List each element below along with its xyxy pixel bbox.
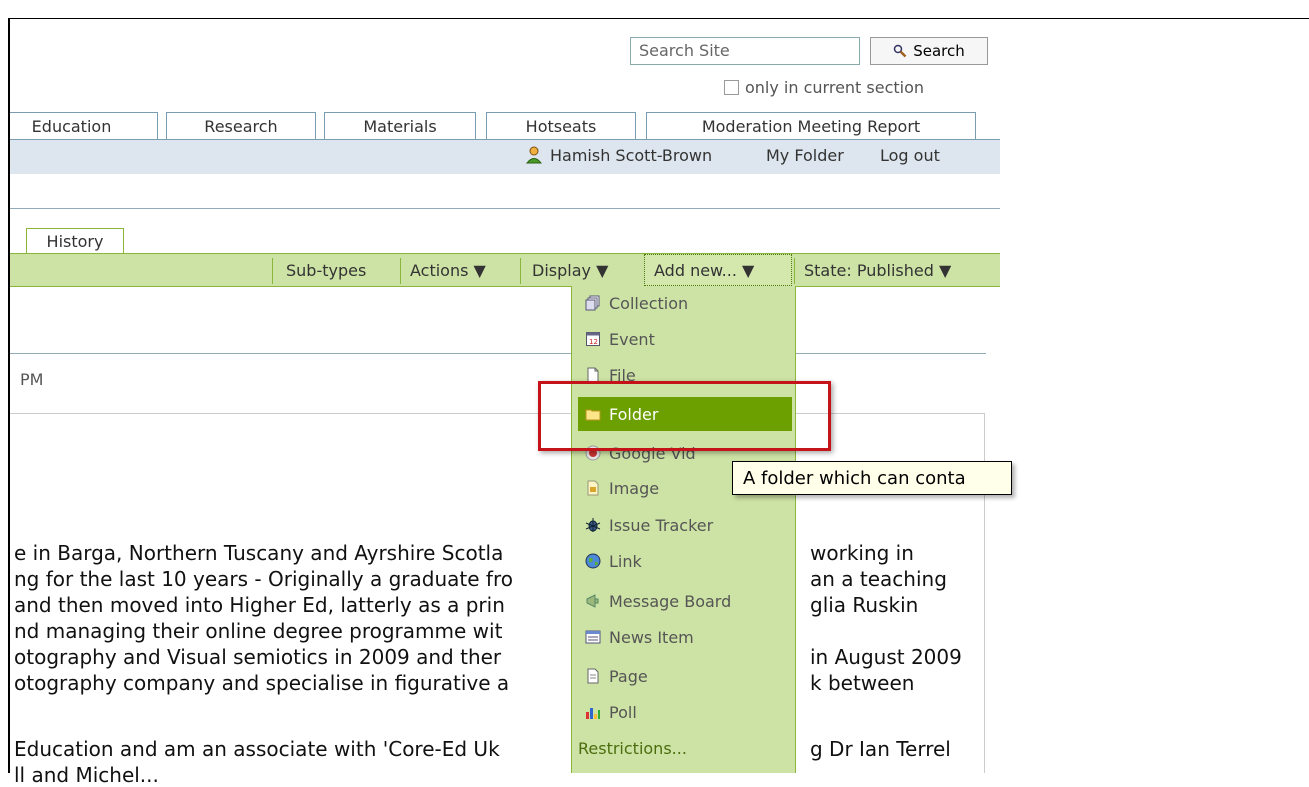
tab-moderation-meeting-report-label: Moderation Meeting Report bbox=[701, 117, 921, 136]
menu-item-link[interactable]: Link bbox=[585, 544, 793, 578]
body-text-line: Education and am an associate with 'Core… bbox=[14, 737, 500, 761]
page-icon bbox=[587, 668, 599, 684]
menu-item-message-board[interactable]: Message Board bbox=[585, 584, 793, 618]
divider bbox=[400, 258, 401, 284]
search-button-label: Search bbox=[913, 42, 965, 60]
magnifier-icon bbox=[893, 44, 907, 58]
body-text-line: working in bbox=[810, 541, 914, 565]
restrictions-link[interactable]: Restrictions... bbox=[578, 739, 687, 758]
add-new-menu[interactable]: Add new... ▼ bbox=[654, 261, 754, 280]
menu-item-label: Page bbox=[609, 666, 648, 686]
only-current-section-checkbox[interactable] bbox=[724, 80, 739, 95]
menu-item-label: Image bbox=[609, 478, 660, 498]
body-text-line: ll and Michel... bbox=[14, 763, 159, 787]
menu-item-event[interactable]: 12 Event bbox=[585, 322, 793, 356]
megaphone-icon bbox=[586, 594, 599, 608]
logout-link[interactable]: Log out bbox=[880, 146, 940, 165]
content-separator bbox=[10, 353, 986, 354]
menu-item-collection[interactable]: Collection bbox=[585, 286, 793, 320]
search-input[interactable]: Search Site bbox=[630, 37, 860, 65]
menu-item-poll[interactable]: Poll bbox=[585, 695, 793, 729]
tab-materials-label: Materials bbox=[363, 117, 437, 136]
annotation-highlight-box bbox=[538, 381, 831, 451]
body-text-line: an a teaching bbox=[810, 567, 947, 591]
tab-history[interactable]: History bbox=[26, 228, 124, 254]
body-text-line: g Dr Ian Terrel bbox=[810, 737, 951, 761]
folder-tooltip: A folder which can conta bbox=[732, 461, 1012, 495]
only-current-section-label: only in current section bbox=[745, 78, 925, 97]
bug-icon bbox=[585, 518, 601, 532]
top-cropped-strip bbox=[0, 0, 1309, 8]
image-icon bbox=[587, 480, 599, 496]
my-folder-link[interactable]: My Folder bbox=[766, 146, 844, 165]
menu-item-page[interactable]: Page bbox=[585, 659, 793, 693]
menu-item-news-item[interactable]: News Item bbox=[585, 620, 793, 654]
divider bbox=[794, 258, 795, 284]
body-text-line: e in Barga, Northern Tuscany and Ayrshir… bbox=[14, 541, 504, 565]
tab-moderation-meeting-report[interactable]: Moderation Meeting Report bbox=[646, 112, 976, 140]
user-name-link[interactable]: Hamish Scott-Brown bbox=[550, 146, 712, 165]
menu-item-label: Link bbox=[609, 551, 642, 571]
menu-item-label: Message Board bbox=[609, 591, 732, 611]
subtypes-menu[interactable]: Sub-types bbox=[286, 261, 366, 280]
state-menu[interactable]: State: Published ▼ bbox=[804, 261, 951, 280]
screenshot-frame-top bbox=[8, 18, 1309, 19]
tab-research-label: Research bbox=[204, 117, 278, 136]
tab-history-label: History bbox=[46, 232, 104, 251]
tab-education-label: Education bbox=[31, 117, 112, 136]
poll-icon bbox=[586, 708, 600, 719]
menu-item-label: Event bbox=[609, 329, 655, 349]
tab-education[interactable]: Education bbox=[10, 112, 158, 140]
only-current-section-option[interactable]: only in current section bbox=[724, 78, 924, 97]
menu-item-label: News Item bbox=[609, 627, 694, 647]
tab-materials[interactable]: Materials bbox=[324, 112, 476, 140]
body-text-line: otography and Visual semiotics in 2009 a… bbox=[14, 645, 502, 669]
user-icon bbox=[525, 146, 543, 164]
divider bbox=[520, 258, 521, 284]
search-button[interactable]: Search bbox=[870, 37, 988, 65]
link-globe-icon bbox=[585, 553, 601, 569]
collection-icon bbox=[585, 295, 600, 311]
event-icon: 12 bbox=[586, 332, 600, 346]
tab-hotseats[interactable]: Hotseats bbox=[486, 112, 636, 140]
body-text-line: and then moved into Higher Ed, latterly … bbox=[14, 593, 505, 617]
body-text-line: k between bbox=[810, 671, 915, 695]
menu-item-label: Poll bbox=[609, 702, 637, 722]
body-text-line: otography company and specialise in figu… bbox=[14, 671, 510, 695]
tab-research[interactable]: Research bbox=[166, 112, 316, 140]
actions-menu[interactable]: Actions ▼ bbox=[410, 261, 486, 280]
content-box-top bbox=[10, 413, 984, 414]
body-text-line: ng for the last 10 years - Originally a … bbox=[14, 567, 513, 591]
header-separator bbox=[10, 208, 1000, 209]
byline-time: PM bbox=[20, 370, 44, 389]
personal-bar bbox=[10, 140, 1000, 174]
menu-item-label: Collection bbox=[609, 293, 689, 313]
body-text-line: nd managing their online degree programm… bbox=[14, 619, 503, 643]
display-menu[interactable]: Display ▼ bbox=[532, 261, 608, 280]
menu-item-label: Issue Tracker bbox=[609, 515, 714, 535]
divider bbox=[272, 258, 273, 284]
body-text-line: glia Ruskin bbox=[810, 593, 919, 617]
svg-text:12: 12 bbox=[589, 338, 598, 346]
tab-hotseats-label: Hotseats bbox=[525, 117, 597, 136]
menu-item-issue-tracker[interactable]: Issue Tracker bbox=[585, 508, 793, 542]
news-icon bbox=[585, 630, 601, 644]
body-text-line: in August 2009 bbox=[810, 645, 962, 669]
